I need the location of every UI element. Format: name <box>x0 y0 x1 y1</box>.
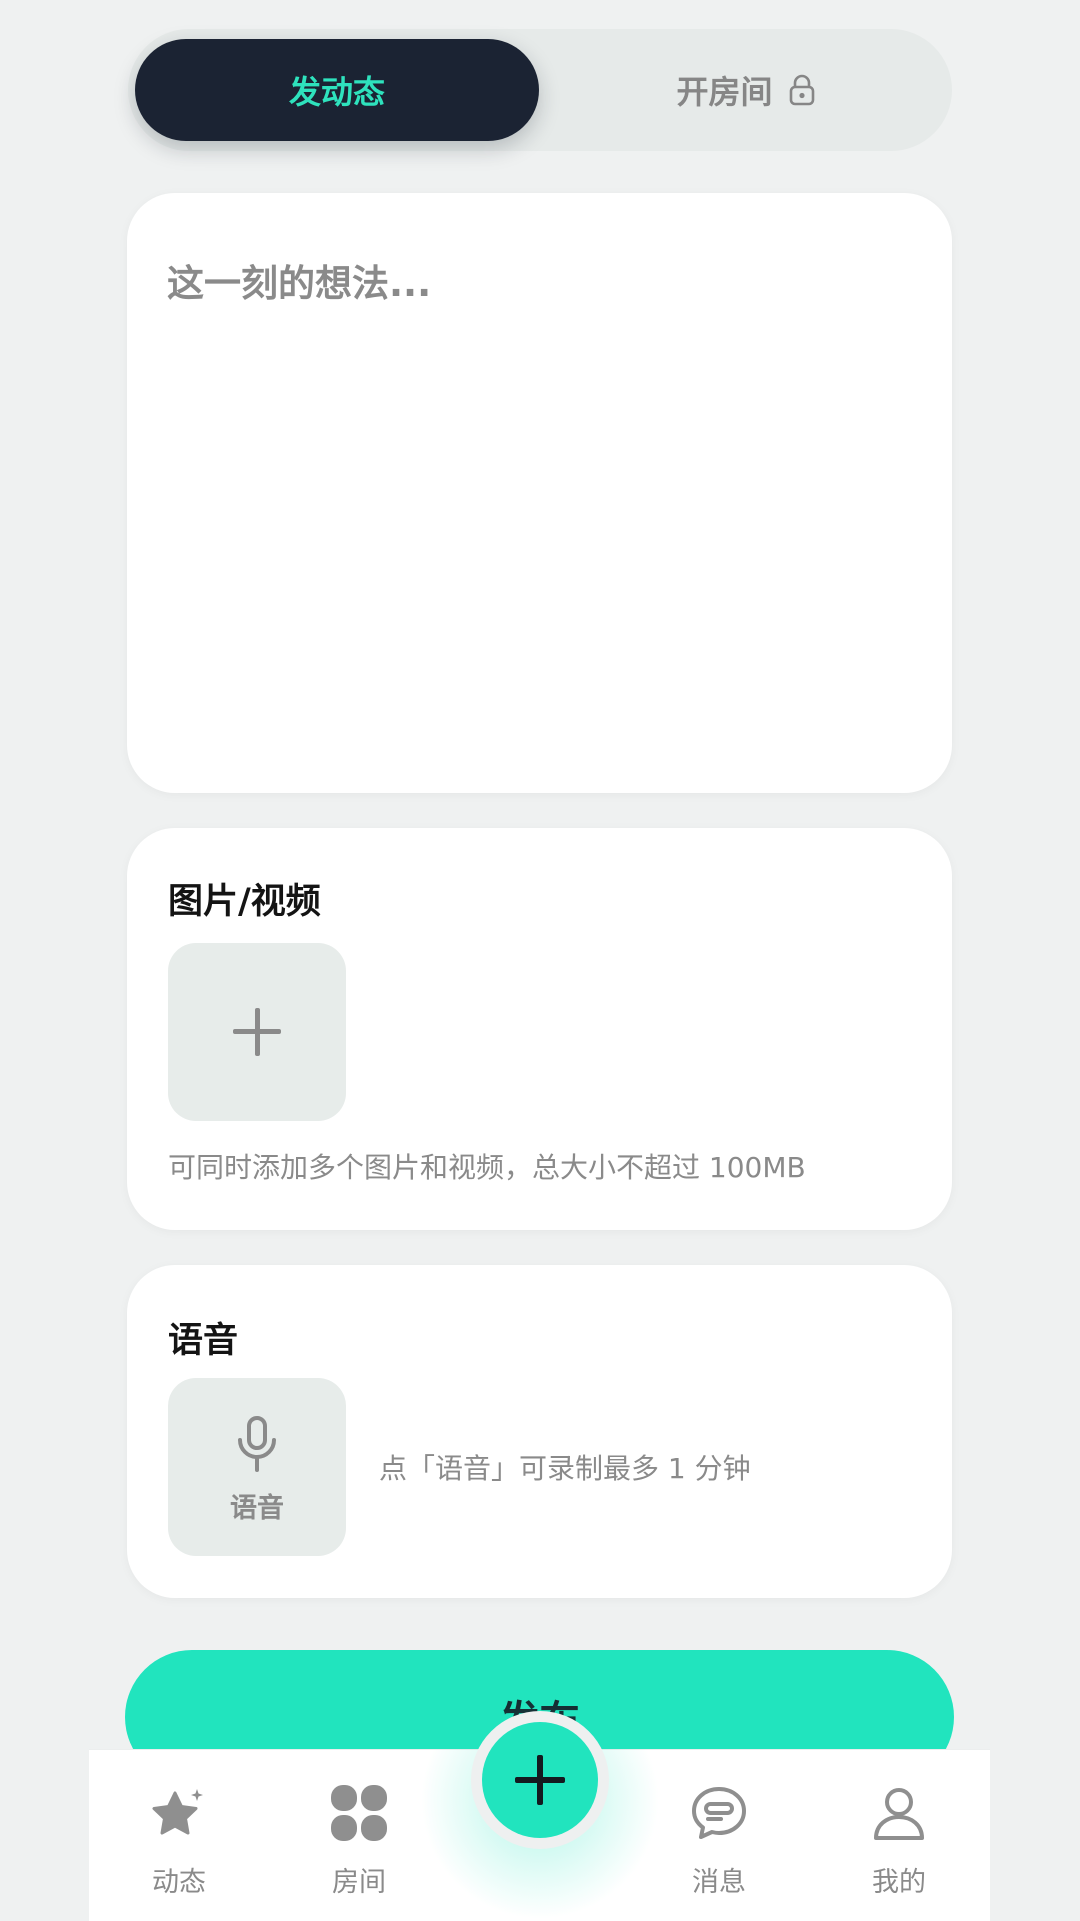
person-icon <box>874 1788 924 1840</box>
media-section-title: 图片/视频 <box>168 882 321 922</box>
tab-post-dynamic[interactable]: 发动态 <box>135 39 539 141</box>
tab-open-room[interactable]: 开房间 <box>539 39 952 141</box>
clover-icon <box>331 1785 387 1841</box>
create-button[interactable] <box>471 1711 609 1849</box>
star-icon <box>152 1789 203 1835</box>
media-hint-text: 可同时添加多个图片和视频，总大小不超过 100MB <box>168 1151 806 1184</box>
tab-post-dynamic-label: 发动态 <box>288 73 385 111</box>
record-voice-button[interactable]: 语音 <box>168 1378 346 1556</box>
tab-rooms-label: 房间 <box>332 1867 386 1898</box>
tab-rooms[interactable]: 房间 <box>299 1750 419 1921</box>
tab-dynamic[interactable]: 动态 <box>119 1750 239 1921</box>
tab-messages[interactable]: 消息 <box>659 1750 779 1921</box>
post-text-input[interactable] <box>167 253 912 753</box>
voice-section-title: 语音 <box>168 1321 239 1361</box>
post-text-card <box>127 193 952 793</box>
voice-hint-text: 点「语音」可录制最多 1 分钟 <box>379 1452 751 1485</box>
voice-card: 语音 语音 点「语音」可录制最多 1 分钟 <box>127 1265 952 1598</box>
tab-messages-label: 消息 <box>692 1867 746 1898</box>
tab-dynamic-label: 动态 <box>152 1867 206 1898</box>
chat-bubble-icon <box>692 1787 746 1839</box>
media-card: 图片/视频 可同时添加多个图片和视频，总大小不超过 100MB <box>127 828 952 1230</box>
create-button-face <box>482 1722 598 1838</box>
microphone-icon <box>238 1416 276 1472</box>
tab-open-room-label: 开房间 <box>676 73 773 111</box>
mode-switch: 发动态 开房间 <box>128 29 952 151</box>
tab-mine-label: 我的 <box>872 1867 926 1898</box>
record-voice-label: 语音 <box>230 1493 284 1524</box>
add-media-button[interactable] <box>168 943 346 1121</box>
lock-icon <box>789 74 814 106</box>
tab-mine[interactable]: 我的 <box>839 1750 959 1921</box>
